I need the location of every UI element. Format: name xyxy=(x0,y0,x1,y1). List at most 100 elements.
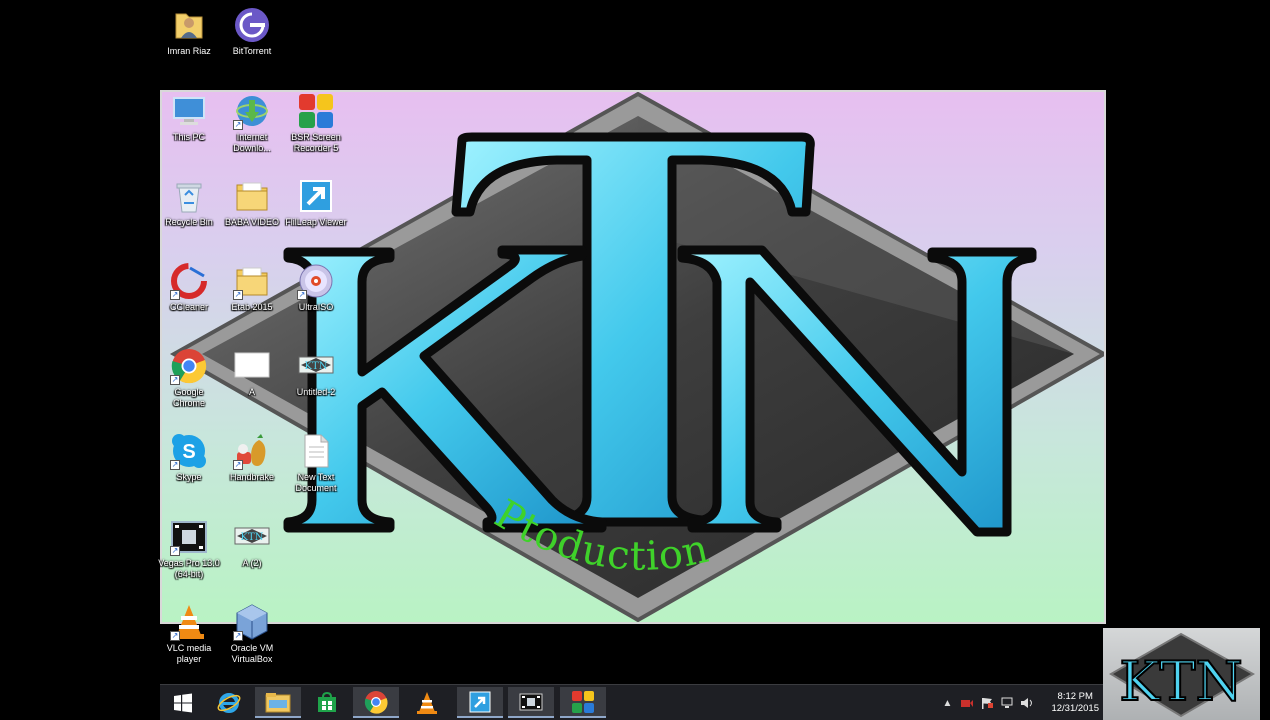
internet-download-manager-icon: ↗ xyxy=(233,92,271,130)
watermark-logo: KTN xyxy=(1109,632,1256,718)
shortcut-arrow-icon: ↗ xyxy=(170,546,180,556)
shortcut-arrow-icon: ↗ xyxy=(233,290,243,300)
desktop-icon-label: Internet Downlo... xyxy=(233,132,271,153)
chrome-icon: ↗ xyxy=(170,347,208,385)
desktop-icon-label: Oracle VM VirtualBox xyxy=(230,643,274,664)
skype-icon: S ↗ xyxy=(170,432,208,470)
desktop-icon-label: A (2) xyxy=(242,558,262,568)
image-file-icon: KTN xyxy=(233,518,271,556)
store-icon xyxy=(318,691,336,712)
desktop-icon-label: Vegas Pro 13.0 (64-bit) xyxy=(158,558,220,579)
desktop-icon-handbrake[interactable]: ↗ Handbrake xyxy=(221,432,283,483)
desktop-icon-label: Handbrake xyxy=(229,472,275,482)
desktop-icon-label: Untitled-2 xyxy=(296,387,336,397)
ultraiso-disc-icon: ↗ xyxy=(297,262,335,300)
bsr-screen-recorder-icon xyxy=(297,92,335,130)
start-button[interactable] xyxy=(160,687,206,718)
recycle-bin-icon xyxy=(170,177,208,215)
chrome-icon xyxy=(364,690,388,714)
shortcut-arrow-icon: ↗ xyxy=(170,375,180,385)
file-explorer-icon xyxy=(265,692,291,712)
desktop-icon-bsr-screen-recorder-5[interactable]: BSR Screen Recorder 5 xyxy=(285,92,347,154)
desktop-icon-baba-video[interactable]: BABA VIDEO xyxy=(221,177,283,228)
taskbar: ▲ 8:12 PM 12/31/2015 xyxy=(160,684,1105,720)
computer-icon xyxy=(170,92,208,130)
shortcut-arrow-icon: ↗ xyxy=(297,290,307,300)
taskbar-internet-explorer[interactable] xyxy=(206,687,252,718)
desktop-icon-label: Skype xyxy=(176,472,202,482)
recorder-tray-icon[interactable] xyxy=(960,696,974,710)
taskbar-vegas-pro[interactable] xyxy=(508,687,554,718)
desktop-icon-skype[interactable]: S ↗ Skype xyxy=(158,432,220,483)
desktop-icon-label: UltraISO xyxy=(298,302,334,312)
svg-text:S: S xyxy=(182,441,195,463)
desktop-icon-recycle-bin[interactable]: Recycle Bin xyxy=(158,177,220,228)
desktop-icon-label: This PC xyxy=(172,132,205,142)
shortcut-arrow-icon: ↗ xyxy=(170,290,180,300)
blank-file-icon xyxy=(233,347,271,385)
network-icon[interactable] xyxy=(1000,696,1014,710)
desktop-icon-this-pc[interactable]: This PC xyxy=(158,92,220,143)
clock-time: 8:12 PM xyxy=(1057,691,1093,702)
desktop-icon-oracle-vm-virtualbox[interactable]: ↗ Oracle VM VirtualBox xyxy=(221,603,283,665)
desktop-icon-ultraiso[interactable]: ↗ UltraISO xyxy=(285,262,347,313)
action-center-flag-icon[interactable] xyxy=(980,696,994,710)
desktop-icon-internet-downlo[interactable]: ↗ Internet Downlo... xyxy=(221,92,283,154)
desktop-icon-imran-riaz[interactable]: Imran Riaz xyxy=(158,6,220,57)
shortcut-icon xyxy=(469,691,491,712)
vlc-icon xyxy=(417,691,437,714)
taskbar-google-chrome[interactable] xyxy=(353,687,399,718)
desktop-icon-untitled-2[interactable]: KTN Untitled-2 xyxy=(285,347,347,398)
desktop-icon-etab-2015[interactable]: ↗ Etab 2015 xyxy=(221,262,283,313)
svg-text:KTN: KTN xyxy=(305,361,328,372)
show-hidden-icons-chevron-up-icon[interactable]: ▲ xyxy=(940,696,954,710)
desktop-icon-label: New Text Document xyxy=(295,472,337,493)
shortcut-arrow-icon: ↗ xyxy=(233,631,243,641)
virtualbox-icon: ↗ xyxy=(233,603,271,641)
text-document-icon xyxy=(297,432,335,470)
folder-icon xyxy=(233,177,271,215)
desktop-icon-flilleap-viewer[interactable]: FlilLeap Viewer xyxy=(285,177,347,228)
taskbar-file-explorer[interactable] xyxy=(255,687,301,718)
windows-logo-icon xyxy=(174,693,192,712)
desktop-icon-bittorrent[interactable]: BitTorrent xyxy=(221,6,283,57)
desktop-icon-label: VLC media player xyxy=(166,643,212,664)
image-file-icon: KTN xyxy=(297,347,335,385)
desktop-icon-vlc-media-player[interactable]: ↗ VLC media player xyxy=(158,603,220,665)
shortcut-arrow-icon: ↗ xyxy=(233,460,243,470)
desktop: Ptoduction Imran Riaz BitTorrent This PC ↗ I… xyxy=(0,0,1270,720)
system-tray: ▲ 8:12 PM 12/31/2015 xyxy=(937,685,1105,720)
taskbar-bsr-screen-recorder[interactable] xyxy=(560,687,606,718)
ktn-watermark: KTN xyxy=(1103,628,1260,720)
internet-explorer-icon xyxy=(217,692,241,713)
desktop-icon-new-text-document[interactable]: New Text Document xyxy=(285,432,347,494)
vegas-pro-icon: ↗ xyxy=(170,518,208,556)
taskbar-shortcut-app[interactable] xyxy=(457,687,503,718)
bittorrent-icon xyxy=(233,6,271,44)
shortcut-arrow-icon: ↗ xyxy=(170,631,180,641)
vlc-icon: ↗ xyxy=(170,603,208,641)
desktop-icon-label: BABA VIDEO xyxy=(224,217,280,227)
desktop-icon-label: Google Chrome xyxy=(172,387,205,408)
desktop-icon-a-2[interactable]: KTN A (2) xyxy=(221,518,283,569)
taskbar-windows-store[interactable] xyxy=(304,687,350,718)
volume-icon[interactable] xyxy=(1020,696,1034,710)
desktop-icon-label: Recycle Bin xyxy=(165,217,213,227)
handbrake-icon: ↗ xyxy=(233,432,271,470)
desktop-icon-label: BitTorrent xyxy=(232,46,272,56)
taskbar-vlc[interactable] xyxy=(404,687,450,718)
shortcut-arrow-icon: ↗ xyxy=(233,120,243,130)
clock[interactable]: 8:12 PM 12/31/2015 xyxy=(1051,691,1099,715)
ccleaner-icon: ↗ xyxy=(170,262,208,300)
desktop-icon-vegas-pro-13-0-64-bit[interactable]: ↗ Vegas Pro 13.0 (64-bit) xyxy=(158,518,220,580)
desktop-icon-label: Etab 2015 xyxy=(231,302,273,312)
bsr-screen-recorder-icon xyxy=(572,690,594,713)
desktop-icon-a[interactable]: A xyxy=(221,347,283,398)
desktop-icon-ccleaner[interactable]: ↗ CCleaner xyxy=(158,262,220,313)
shortcut-arrow-icon: ↗ xyxy=(170,460,180,470)
desktop-icon-google-chrome[interactable]: ↗ Google Chrome xyxy=(158,347,220,409)
folder-user-icon xyxy=(170,6,208,44)
vegas-pro-icon xyxy=(519,693,543,710)
clock-date: 12/31/2015 xyxy=(1051,703,1099,714)
shortcut-icon xyxy=(297,177,335,215)
